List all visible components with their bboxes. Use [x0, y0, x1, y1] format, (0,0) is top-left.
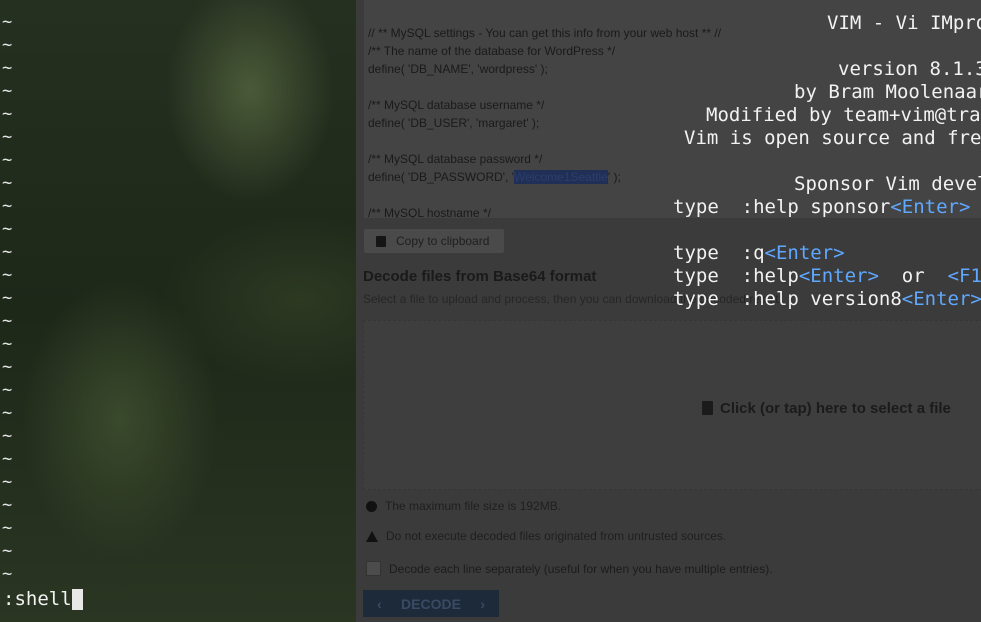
decode-each-line-checkbox[interactable]: Decode each line separately (useful for …	[366, 561, 773, 576]
code-line: define( 'DB_NAME', 'wordpress' );	[368, 62, 548, 76]
warning-text: Do not execute decoded files originated …	[386, 529, 727, 543]
password-highlight: Welcome1Seattle	[514, 170, 608, 184]
chevron-right-icon: ›	[480, 595, 485, 612]
decode-files-description: Select a file to upload and process, the…	[363, 292, 782, 306]
code-line: /** MySQL hostname */	[368, 206, 491, 218]
password-prefix: define( 'DB_PASSWORD', '	[368, 170, 515, 184]
dropzone-label-text: Click (or tap) here to select a file	[720, 400, 951, 417]
decode-files-title: Decode files from Base64 format	[363, 268, 597, 285]
max-size-note: The maximum file size is 192MB.	[366, 499, 561, 513]
code-line: /** MySQL database username */	[368, 98, 545, 112]
copy-label: Copy to clipboard	[396, 234, 490, 248]
warning-note: Do not execute decoded files originated …	[366, 529, 726, 543]
code-line: /** The name of the database for WordPre…	[368, 44, 616, 58]
browser-page-background: // ** MySQL settings - You can get this …	[356, 0, 981, 622]
info-icon	[366, 500, 377, 512]
checkbox-label: Decode each line separately (useful for …	[389, 561, 773, 576]
code-line: define( 'DB_USER', 'margaret' );	[368, 116, 540, 130]
code-line: /** MySQL database password */	[368, 152, 543, 166]
file-dropzone[interactable]: Click (or tap) here to select a file	[363, 320, 981, 490]
warning-icon	[366, 530, 378, 542]
decoded-output-box: // ** MySQL settings - You can get this …	[364, 0, 981, 218]
clipboard-icon	[376, 235, 386, 247]
chevron-left-icon: ‹	[377, 595, 382, 612]
file-icon	[702, 401, 713, 415]
decode-button[interactable]: ‹ DECODE ›	[363, 590, 499, 617]
code-line-password: define( 'DB_PASSWORD', 'Welcome1Seattle'…	[368, 170, 621, 184]
max-size-text: The maximum file size is 192MB.	[385, 499, 562, 513]
code-line: // ** MySQL settings - You can get this …	[368, 26, 722, 40]
password-suffix: ' );	[607, 170, 621, 184]
decode-button-label: DECODE	[401, 595, 461, 612]
copy-to-clipboard-button[interactable]: Copy to clipboard	[364, 229, 504, 253]
desktop-wallpaper	[0, 0, 356, 622]
dropzone-label: Click (or tap) here to select a file	[702, 400, 951, 417]
checkbox-box[interactable]	[366, 561, 381, 576]
